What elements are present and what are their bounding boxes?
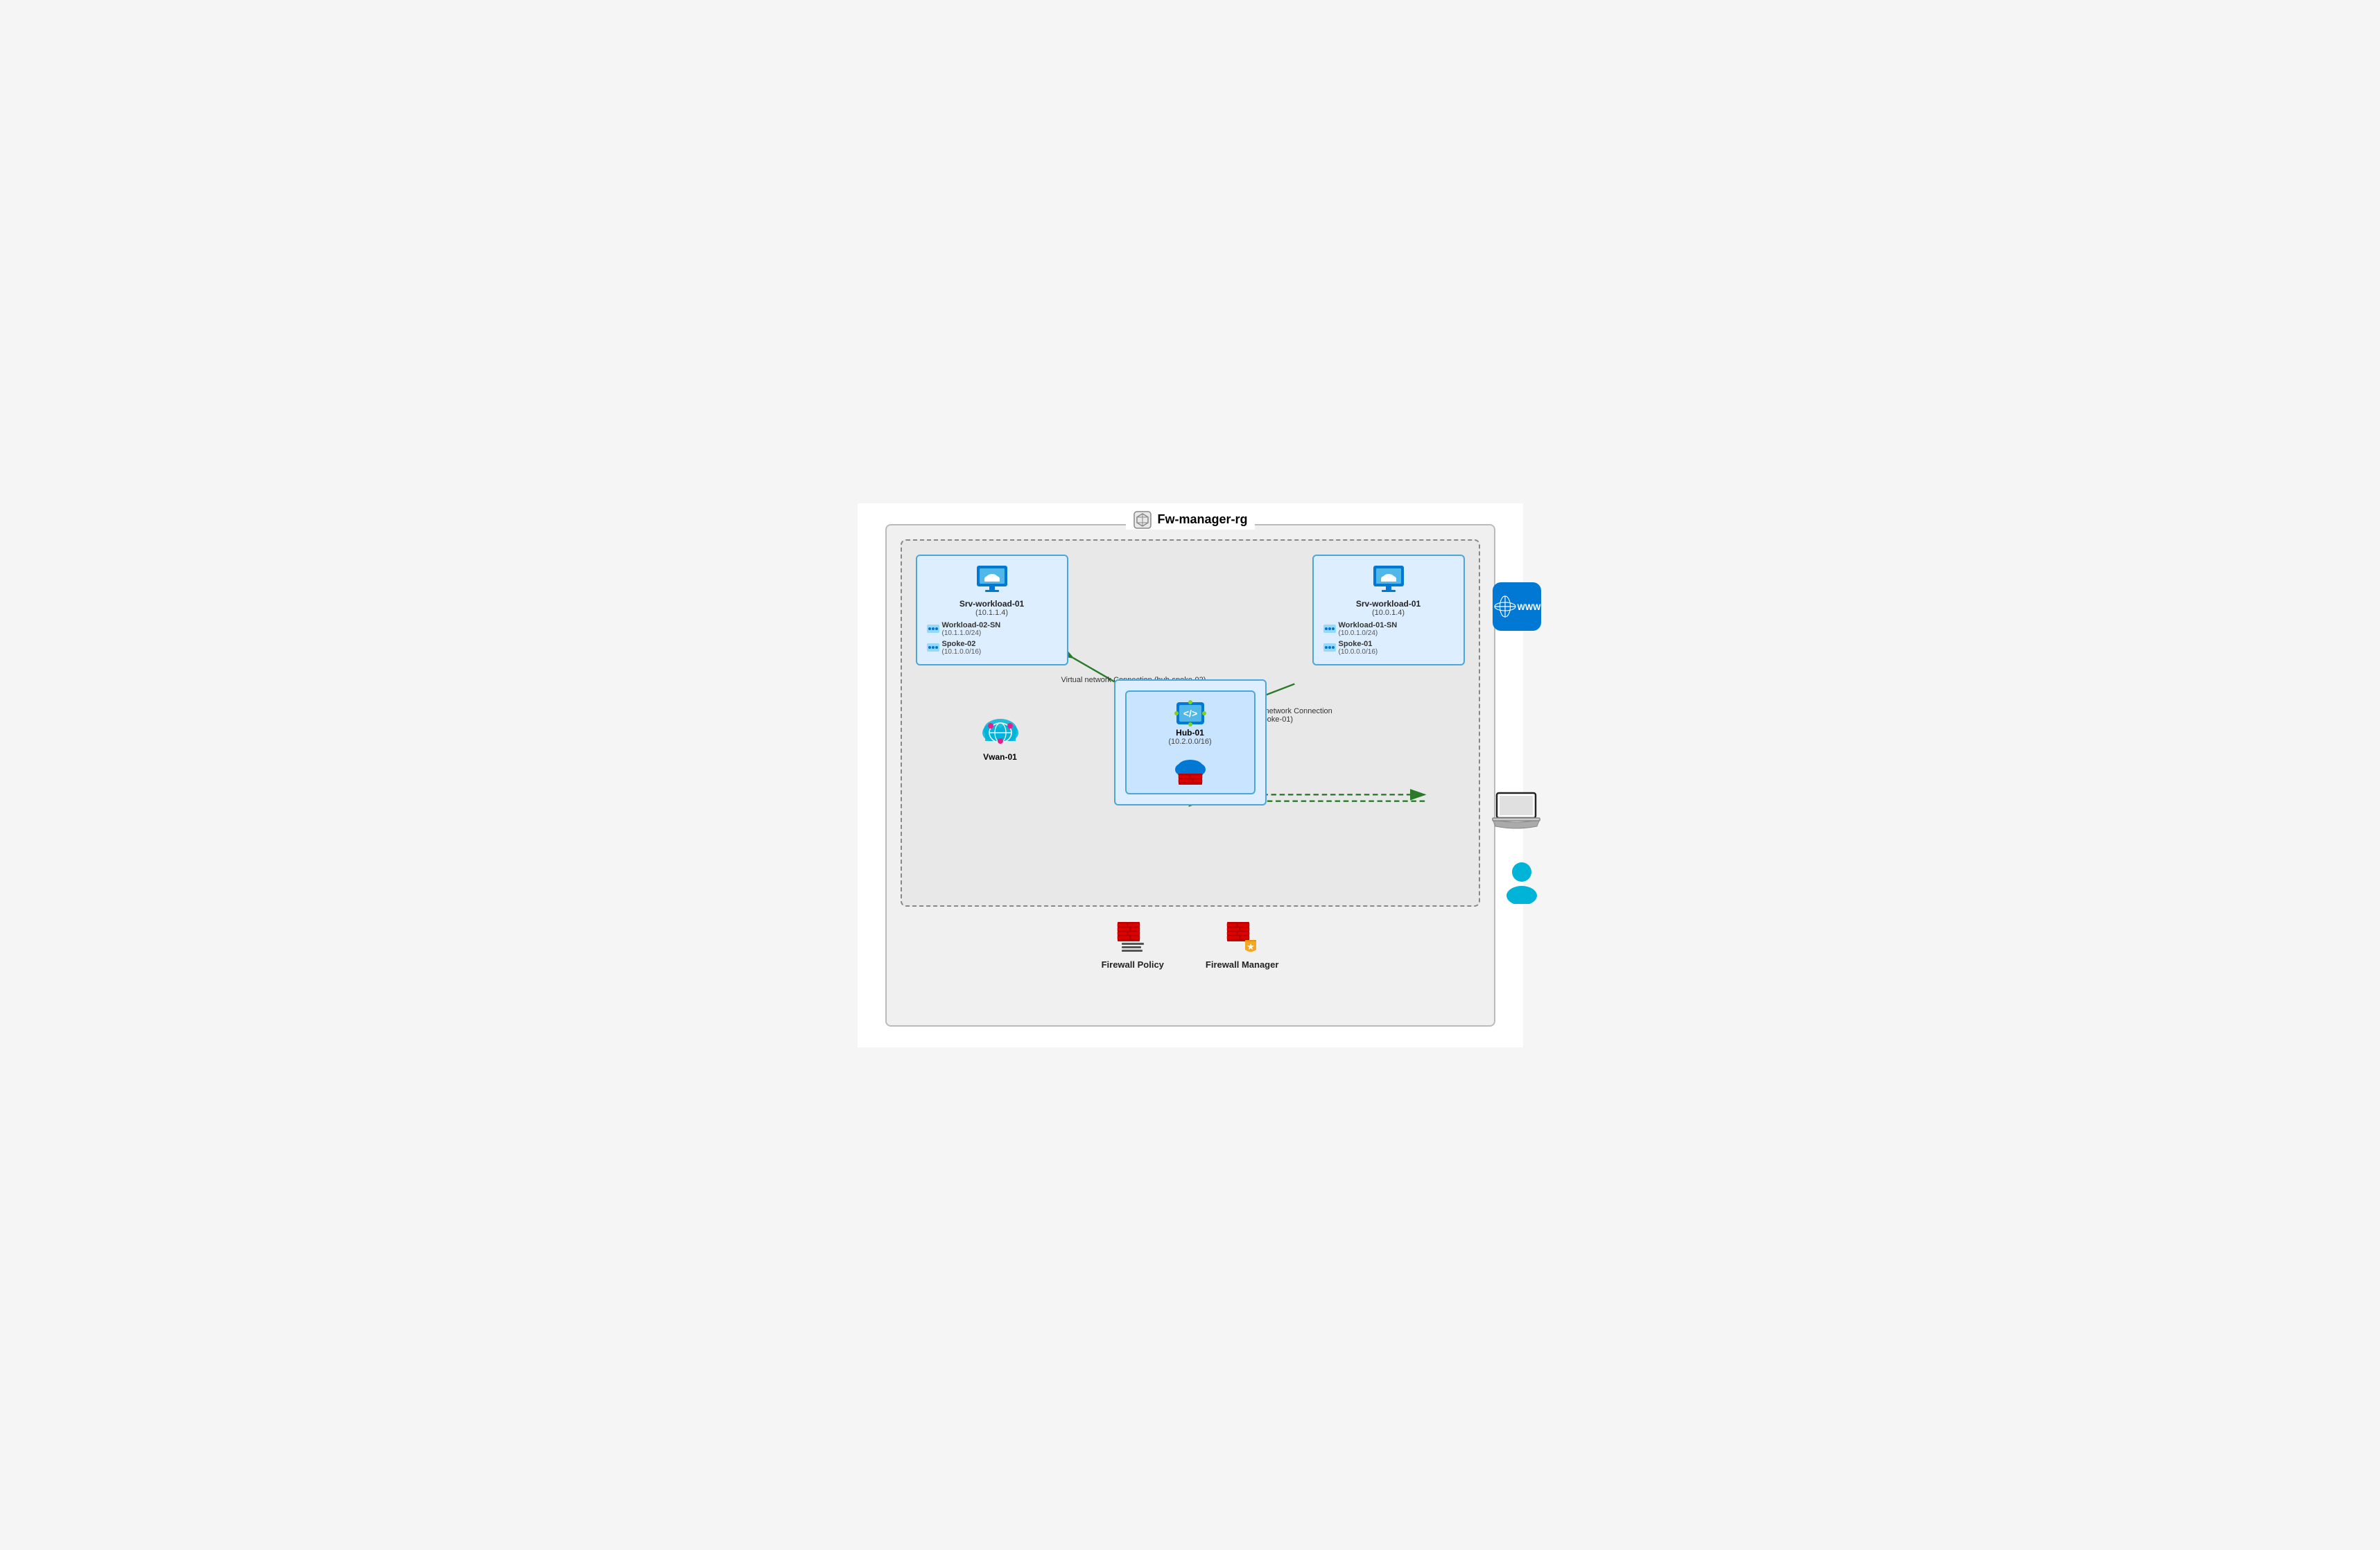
resource-group-icon [1132, 510, 1152, 530]
firewall-manager-item: ★ Firewall Manager [1206, 919, 1278, 970]
vwan-box: Vwan-01 [978, 711, 1023, 762]
svg-text:</>: </> [1183, 708, 1197, 719]
svg-text:★: ★ [1247, 941, 1255, 952]
spoke-01-subnet-row: Workload-01-SN (10.0.1.0/24) [1323, 621, 1454, 637]
hub-ip: (10.2.0.0/16) [1168, 738, 1211, 746]
vm-icon-area-left [927, 564, 1057, 595]
spoke-01-vm-ip: (10.0.1.4) [1323, 609, 1454, 617]
hub-box: </> Hub-01 (10.2.0.0/16) [1114, 679, 1267, 806]
inner-dashed-box: Srv-workload-01 (10.1.1.4) Workload-02-S… [901, 539, 1480, 907]
diagram-wrapper: Fw-manager-rg [858, 503, 1523, 1047]
vwan-label: Vwan-01 [983, 752, 1017, 762]
spoke-02-vnet-ip: (10.1.0.0/16) [942, 648, 982, 656]
laptop-icon [1491, 790, 1541, 829]
hub-label: Hub-01 [1176, 728, 1204, 738]
firewall-policy-icon [1115, 919, 1151, 955]
vm-icon-area-right [1323, 564, 1454, 595]
www-label: WWW [1518, 602, 1541, 612]
spoke-02-subnet-row: Workload-02-SN (10.1.1.0/24) [927, 621, 1057, 637]
spoke-02-vnet-name: Spoke-02 [942, 640, 982, 648]
spoke-01-vnet-ip: (10.0.0.0/16) [1339, 648, 1378, 656]
firewall-policy-label: Firewall Policy [1102, 959, 1164, 970]
rg-label: Fw-manager-rg [1157, 512, 1247, 527]
vm-icon-left [974, 564, 1010, 595]
firewall-hub-icon [1173, 756, 1208, 786]
vwan-icon [978, 711, 1023, 749]
spoke-01-vnet-name: Spoke-01 [1339, 640, 1378, 648]
laptop-box [1491, 790, 1541, 829]
subnet-icon-right [1323, 625, 1336, 633]
vnet-icon-left [927, 643, 939, 652]
spoke-02-vm-label: Srv-workload-01 [927, 599, 1057, 609]
spoke-01-subnet-ip: (10.0.1.0/24) [1339, 629, 1398, 637]
spoke-02-box: Srv-workload-01 (10.1.1.4) Workload-02-S… [916, 555, 1068, 665]
hub-inner: </> Hub-01 (10.2.0.0/16) [1125, 690, 1256, 794]
vnet-icon-right [1323, 643, 1336, 652]
rg-title: Fw-manager-rg [1125, 510, 1254, 530]
user-box [1502, 860, 1541, 904]
user-icon [1502, 860, 1541, 904]
hub-icon: </> [1173, 699, 1208, 728]
spoke-02-vm-ip: (10.1.1.4) [927, 609, 1057, 617]
firewall-manager-label: Firewall Manager [1206, 959, 1278, 970]
subnet-icon-left [927, 625, 939, 633]
bottom-icons: Firewall Policy [901, 919, 1480, 970]
globe-icon [1493, 590, 1518, 623]
spoke-02-subnet-ip: (10.1.1.0/24) [942, 629, 1001, 637]
spoke-02-vnet-row: Spoke-02 (10.1.0.0/16) [927, 640, 1057, 656]
rg-box: Fw-manager-rg [885, 524, 1495, 1027]
firewall-manager-icon: ★ [1224, 919, 1260, 955]
firewall-policy-item: Firewall Policy [1102, 919, 1164, 970]
www-box: WWW [1493, 582, 1541, 631]
www-globe-icon: WWW [1493, 582, 1541, 631]
spoke-01-vm-label: Srv-workload-01 [1323, 599, 1454, 609]
spoke-01-box: Srv-workload-01 (10.0.1.4) Workload-01-S… [1312, 555, 1465, 665]
spoke-01-subnet-name: Workload-01-SN [1339, 621, 1398, 629]
spoke-01-vnet-row: Spoke-01 (10.0.0.0/16) [1323, 640, 1454, 656]
vm-icon-right [1371, 564, 1407, 595]
spoke-02-subnet-name: Workload-02-SN [942, 621, 1001, 629]
